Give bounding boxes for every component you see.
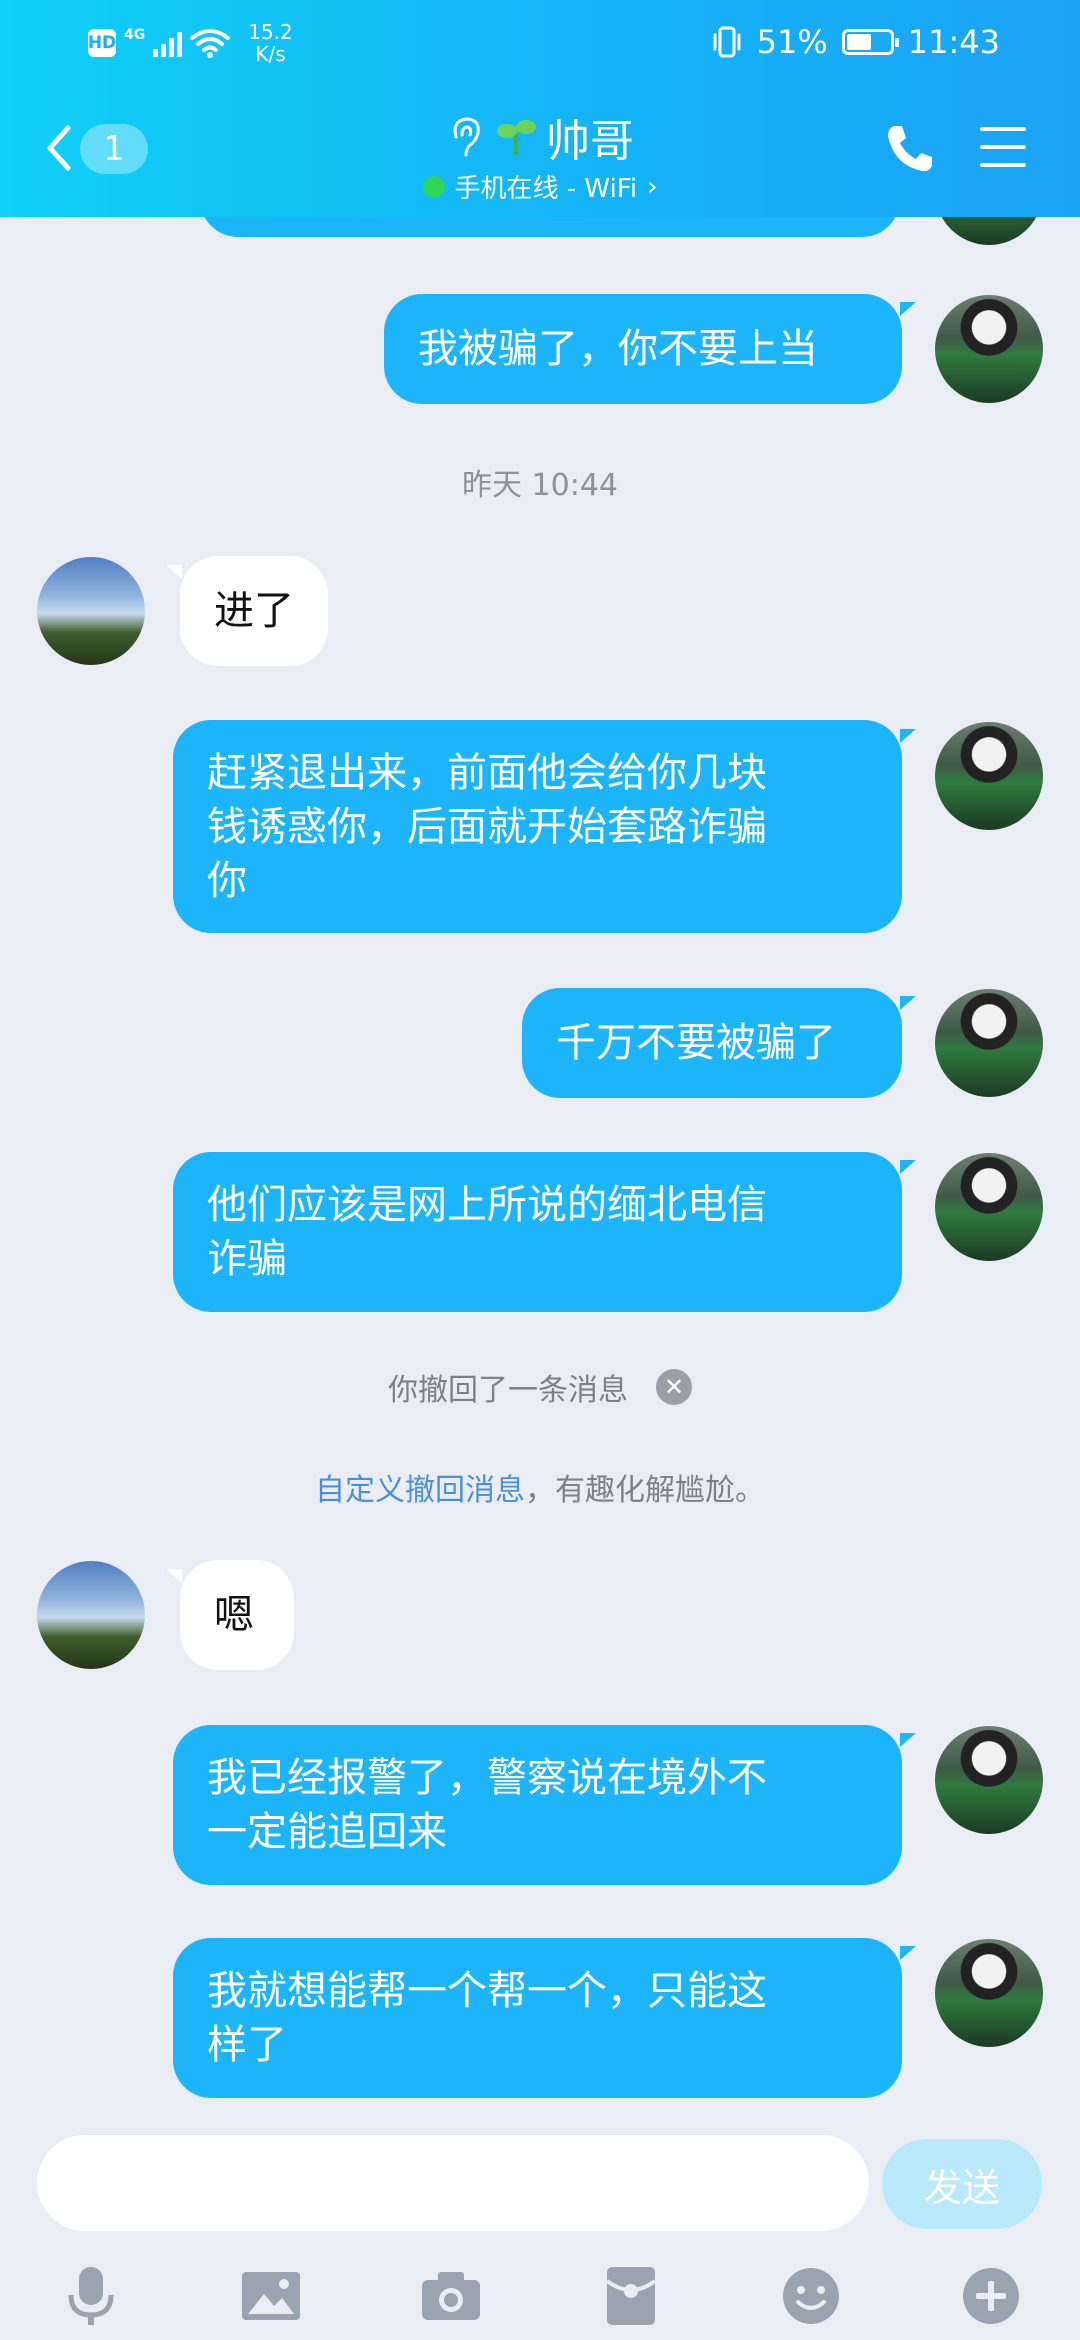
vibrate-icon	[713, 26, 741, 58]
my-avatar[interactable]	[935, 722, 1043, 830]
my-avatar[interactable]	[935, 1726, 1043, 1834]
message-bubble[interactable]: 千万不要被骗了	[522, 988, 902, 1098]
chat-header: HD 4G 15.2 K/s 51% 11:43 1 帅哥 手机在线 - WiF…	[0, 0, 1080, 217]
my-avatar[interactable]	[935, 295, 1043, 403]
online-dot	[422, 175, 445, 198]
message-text: 嗯	[214, 1592, 254, 1638]
online-status-text: 手机在线 - WiFi	[454, 174, 638, 204]
contact-name[interactable]: 帅哥	[546, 105, 634, 169]
microphone-icon[interactable]	[58, 2263, 124, 2329]
close-icon[interactable]: ✕	[656, 1369, 692, 1405]
battery-percent: 51%	[756, 23, 828, 61]
message-text-line: 你	[207, 858, 247, 904]
message-bubble[interactable]: 嗯	[180, 1560, 294, 1670]
network-type: 4G	[124, 27, 146, 43]
my-avatar[interactable]	[935, 217, 1043, 245]
emoji-icon[interactable]	[778, 2263, 844, 2329]
plus-icon[interactable]	[958, 2263, 1024, 2329]
signal-icon	[153, 29, 183, 57]
my-avatar[interactable]	[935, 1939, 1043, 2047]
wifi-icon	[190, 29, 231, 58]
bubble-tail	[900, 1946, 916, 1960]
menu-icon[interactable]	[978, 124, 1028, 170]
bubble-tail	[900, 302, 916, 316]
message-bubble[interactable]: 我就想能帮一个帮一个，只能这 样了	[173, 1938, 902, 2098]
input-toolbar	[0, 2263, 1080, 2333]
message-text-line: 我就想能帮一个帮一个，只能这	[207, 1968, 767, 2014]
message-timestamp: 昨天 10:44	[462, 468, 618, 503]
input-bar: 发送	[0, 2135, 1080, 2340]
message-list[interactable]: 我被骗了，你不要上当 昨天 10:44 进了 赶紧退出来，前面他会给你几块 钱诱…	[0, 217, 1080, 2135]
status-bar-right: 51% 11:43	[711, 22, 1000, 62]
bubble-tail	[166, 1569, 182, 1583]
my-avatar[interactable]	[935, 989, 1043, 1097]
bubble-tail	[166, 565, 182, 579]
chevron-right-icon: ›	[647, 171, 658, 202]
message-text: 千万不要被骗了	[556, 1020, 836, 1066]
message-bubble[interactable]: 他们应该是网上所说的缅北电信 诈骗	[173, 1152, 902, 1312]
message-text: 我被骗了，你不要上当	[418, 326, 818, 372]
message-text-line: 钱诱惑你，后面就开始套路诈骗	[207, 804, 767, 850]
message-input[interactable]	[37, 2135, 869, 2231]
message-text-line: 样了	[207, 2022, 287, 2068]
battery-icon	[841, 29, 899, 55]
ear-icon	[453, 117, 480, 157]
message-text-line: 一定能追回来	[207, 1809, 447, 1855]
message-bubble[interactable]: 赶紧退出来，前面他会给你几块 钱诱惑你，后面就开始套路诈骗 你	[173, 720, 902, 933]
message-text-line: 他们应该是网上所说的缅北电信	[207, 1182, 767, 1228]
message-bubble-partial[interactable]	[200, 217, 900, 237]
custom-recall-tip: 自定义撤回消息，有趣化解尴尬。	[0, 1465, 1080, 1509]
speed-unit: K/s	[255, 42, 286, 66]
friend-avatar[interactable]	[37, 557, 145, 665]
message-text: 进了	[214, 588, 294, 634]
bubble-tail	[900, 1160, 916, 1174]
message-text-line: 诈骗	[207, 1236, 287, 1282]
image-icon[interactable]	[238, 2263, 304, 2329]
custom-recall-rest: ，有趣化解尴尬。	[525, 1473, 765, 1508]
status-bar-left: HD 4G 15.2 K/s	[88, 18, 293, 68]
camera-icon[interactable]	[418, 2263, 484, 2329]
custom-recall-link[interactable]: 自定义撤回消息	[315, 1473, 525, 1508]
message-bubble[interactable]: 我被骗了，你不要上当	[384, 294, 902, 404]
recall-notice: 你撤回了一条消息 ✕	[0, 1365, 1080, 1409]
my-avatar[interactable]	[935, 1153, 1043, 1261]
sprout-icon	[497, 120, 536, 155]
bubble-tail	[900, 729, 916, 743]
message-text-line: 我已经报警了，警察说在境外不	[207, 1755, 767, 1801]
message-bubble[interactable]: 我已经报警了，警察说在境外不 一定能追回来	[173, 1725, 902, 1885]
clock: 11:43	[907, 23, 1000, 61]
friend-avatar[interactable]	[37, 1561, 145, 1669]
bubble-tail	[900, 1733, 916, 1747]
message-text-line: 赶紧退出来，前面他会给你几块	[207, 750, 767, 796]
recall-text: 你撤回了一条消息	[388, 1373, 628, 1408]
phone-icon[interactable]	[882, 120, 938, 176]
network-speed: 15.2 K/s	[248, 21, 293, 65]
speed-value: 15.2	[248, 20, 293, 44]
message-bubble[interactable]: 进了	[180, 556, 328, 666]
red-packet-icon[interactable]	[598, 2263, 664, 2329]
hd-badge: HD	[88, 29, 116, 57]
send-button[interactable]: 发送	[882, 2139, 1042, 2229]
bubble-tail	[900, 996, 916, 1010]
